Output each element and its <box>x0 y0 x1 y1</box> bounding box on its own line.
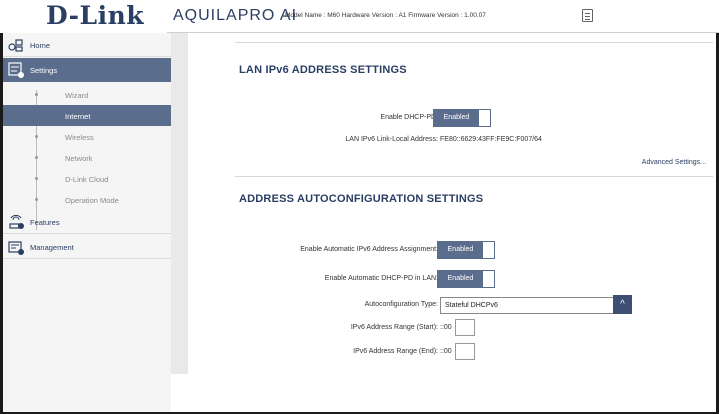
subitem-label: Wizard <box>65 91 89 100</box>
range-start-prefix: ::00 <box>440 324 452 331</box>
sidebar-subitem-wireless[interactable]: Wireless <box>3 126 171 147</box>
management-icon <box>8 241 24 255</box>
tree-dot <box>35 156 38 159</box>
range-end-prefix: ::00 <box>440 348 452 355</box>
auto-dhcp-pd-toggle[interactable]: Enabled <box>437 270 495 288</box>
range-start-label: IPv6 Address Range (Start): <box>350 324 438 331</box>
range-end-label: IPv6 Address Range (End): <box>353 348 438 355</box>
dlink-logo[interactable]: D-Link <box>46 1 144 30</box>
tree-dot <box>35 177 38 180</box>
sidebar-subitem-network[interactable]: Network <box>3 147 171 168</box>
autoconfig-type-select[interactable]: Stateful DHCPv6 <box>440 297 625 314</box>
link-local-value: FE80::6629:43FF:FE9C:F007/64 <box>440 136 542 143</box>
subitem-label: Network <box>65 154 93 163</box>
advanced-settings-link[interactable]: Advanced Settings... <box>642 159 706 166</box>
auto-section-title: ADDRESS AUTOCONFIGURATION SETTINGS <box>239 193 484 205</box>
subitem-label: Internet <box>65 112 91 121</box>
tree-dot <box>35 198 38 201</box>
divider <box>235 42 713 43</box>
sidebar-item-label: Management <box>30 243 74 252</box>
lan-section-title: LAN IPv6 ADDRESS SETTINGS <box>239 64 407 76</box>
toggle-state: Enabled <box>438 271 483 287</box>
range-start-input[interactable] <box>455 319 475 336</box>
header: D-Link AQUILAPRO AI Model Name : M60 Har… <box>0 0 719 33</box>
dhcp-pd-label: Enable DHCP-PD: <box>380 114 438 121</box>
sidebar-subitem-wizard[interactable]: Wizard <box>3 84 171 105</box>
features-icon <box>9 214 24 229</box>
link-local-label: LAN IPv6 Link-Local Address: <box>345 136 438 143</box>
model-info: Model Name : M60 Hardware Version : A1 F… <box>285 12 486 19</box>
sidebar-item-management[interactable]: Management <box>3 235 171 259</box>
subitem-label: Wireless <box>65 133 94 142</box>
range-end-input[interactable] <box>455 343 475 360</box>
sidebar-subitem-internet[interactable]: Internet <box>3 105 171 126</box>
sidebar-subitem-operation-mode[interactable]: Operation Mode <box>3 189 171 210</box>
main-content: LAN IPv6 ADDRESS SETTINGS Enable DHCP-PD… <box>188 33 716 412</box>
toggle-state: Enabled <box>434 110 479 126</box>
auto-assign-toggle[interactable]: Enabled <box>437 241 495 259</box>
tree-dot <box>35 93 38 96</box>
home-icon <box>8 39 23 52</box>
autoconfig-type-label: Autoconfiguration Type: <box>364 301 438 308</box>
sidebar-item-features[interactable]: Features <box>3 210 171 234</box>
sidebar-subitem-dlink-cloud[interactable]: D-Link Cloud <box>3 168 171 189</box>
auto-dhcp-pd-label: Enable Automatic DHCP-PD in LAN: <box>324 275 438 282</box>
sidebar: Home Settings Wizard Internet Wireless N… <box>3 33 171 412</box>
brand-name: AQUILAPRO AI <box>173 7 298 24</box>
subitem-label: Operation Mode <box>65 196 119 205</box>
subitem-label: D-Link Cloud <box>65 175 109 184</box>
sidebar-item-label: Features <box>30 218 60 227</box>
sidebar-item-label: Settings <box>30 66 58 75</box>
logo-area: D-Link <box>0 0 167 33</box>
dhcp-pd-toggle[interactable]: Enabled <box>433 109 491 127</box>
divider <box>235 176 713 177</box>
chevron-up-icon[interactable]: ^ <box>613 295 632 314</box>
document-icon[interactable] <box>582 9 593 22</box>
settings-icon <box>8 62 24 78</box>
auto-assign-label: Enable Automatic IPv6 Address Assignment… <box>300 246 438 253</box>
bottom-area <box>171 374 716 412</box>
content-gutter <box>171 33 188 374</box>
sidebar-item-home[interactable]: Home <box>3 33 171 57</box>
tree-dot <box>35 135 38 138</box>
sidebar-item-label: Home <box>30 41 51 50</box>
sidebar-item-settings[interactable]: Settings <box>3 58 171 82</box>
toggle-state: Enabled <box>438 242 483 258</box>
